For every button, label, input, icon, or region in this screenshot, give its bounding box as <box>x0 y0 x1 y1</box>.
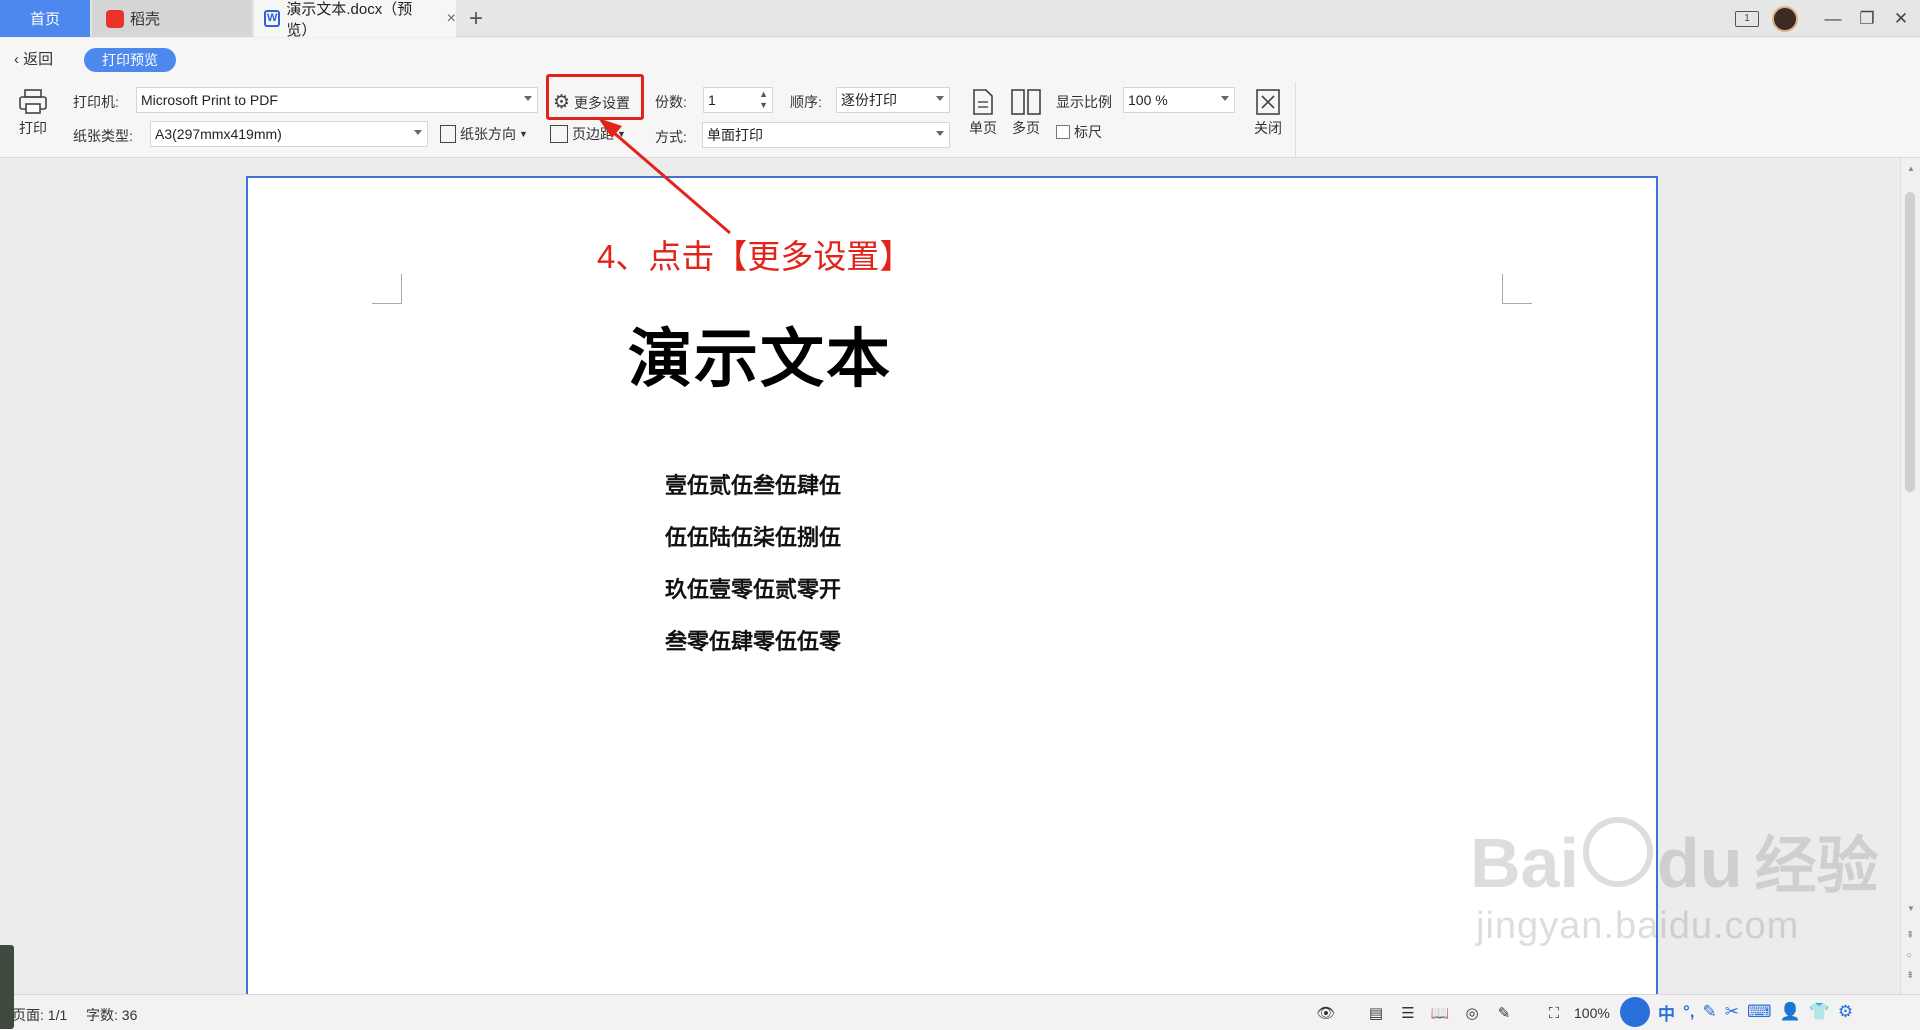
user-icon[interactable]: 👤 <box>1780 1002 1801 1022</box>
eye-icon[interactable]: 👁 <box>1316 1003 1336 1023</box>
web-view-icon[interactable]: ◎ <box>1462 1003 1482 1023</box>
watermark-brand-3: 经验 <box>1754 832 1879 901</box>
reading-view-icon[interactable]: 📖 <box>1430 1003 1450 1023</box>
word-count[interactable]: 字数: 36 <box>86 1005 137 1025</box>
scissors-icon[interactable]: ✂ <box>1725 1002 1739 1022</box>
settings-gear-icon[interactable]: ⚙ <box>1838 1002 1853 1022</box>
ime-logo-icon[interactable] <box>1620 997 1650 1027</box>
annotation-text: 4、点击【更多设置】 <box>597 238 913 275</box>
outline-view-icon[interactable]: ☰ <box>1398 1003 1418 1023</box>
ime-mode[interactable]: 中 <box>1658 1000 1675 1025</box>
status-zoom[interactable]: 100% <box>1574 1005 1610 1021</box>
pen-icon[interactable]: ✎ <box>1494 1003 1514 1023</box>
skin-icon[interactable]: 👕 <box>1809 1002 1830 1022</box>
ime-toolbar: 中 °, ✎ ✂ ⌨ 👤 👕 ⚙ <box>1620 997 1900 1027</box>
handwrite-icon[interactable]: ✎ <box>1703 1002 1717 1022</box>
page-view-icon[interactable]: ▤ <box>1366 1003 1386 1023</box>
watermark-url: jingyan.baidu.com <box>1476 905 1800 947</box>
baidu-watermark: Bai du 经验 jingyan.baidu.com <box>1470 815 1878 948</box>
keyboard-icon[interactable]: ⌨ <box>1747 1002 1772 1022</box>
fit-page-icon[interactable]: ⛶ <box>1544 1003 1564 1023</box>
watermark-brand: Bai <box>1470 824 1579 902</box>
punctuation-icon[interactable]: °, <box>1683 1002 1695 1022</box>
watermark-brand-2: du <box>1656 824 1743 902</box>
paw-logo-icon <box>1582 817 1653 887</box>
page-count: 页面: 1/1 <box>12 1007 68 1023</box>
